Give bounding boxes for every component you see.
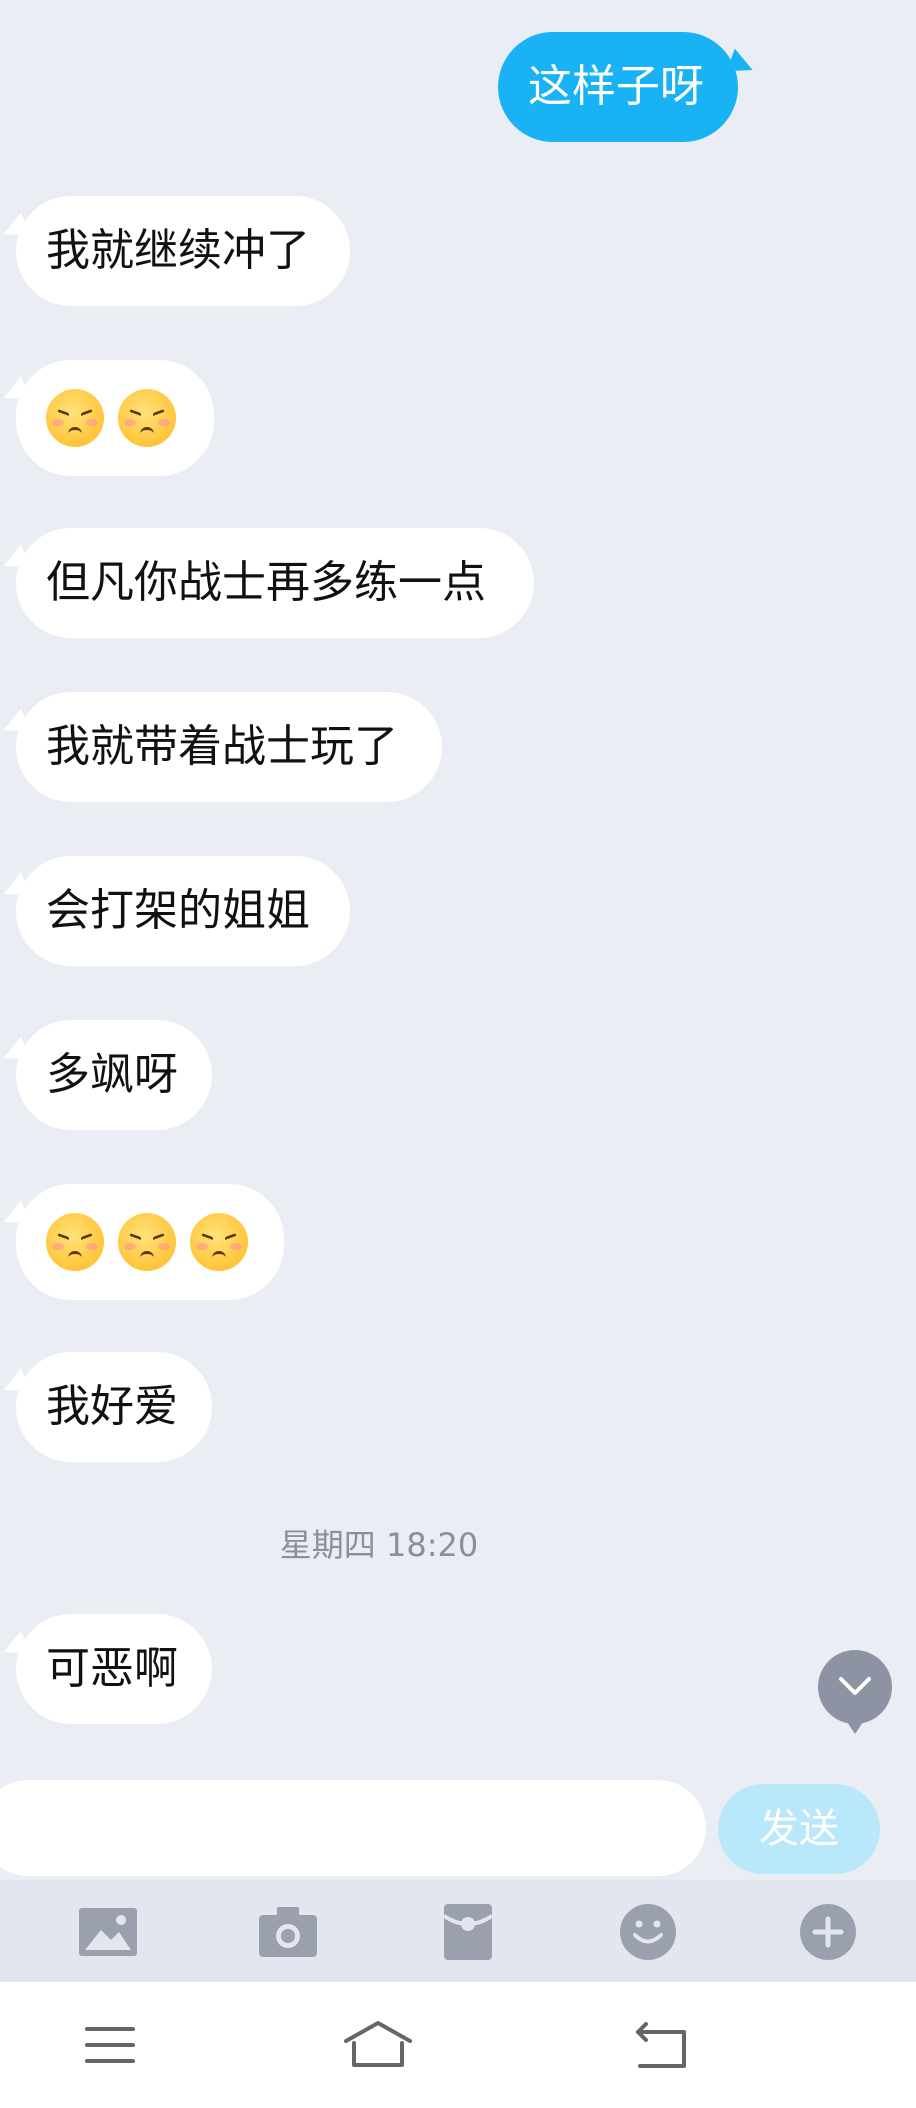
menu-button[interactable] [70, 2012, 150, 2078]
camera-icon [259, 1907, 317, 1957]
chevron-down-icon [839, 1677, 871, 1695]
back-button[interactable] [622, 2012, 702, 2078]
message-bubble[interactable]: 我就带着战士玩了 [16, 692, 442, 802]
message-text: 我就继续冲了 [46, 225, 310, 276]
message-input[interactable] [0, 1780, 706, 1876]
squint-smile-emoji-icon [190, 1213, 248, 1271]
input-bar: 发送 [0, 1780, 916, 1880]
send-button[interactable]: 发送 [718, 1784, 880, 1874]
message-text: 可恶啊 [46, 1643, 178, 1694]
message-bubble-emoji[interactable] [16, 360, 214, 476]
home-button[interactable] [338, 2012, 418, 2078]
menu-icon [85, 2027, 135, 2063]
message-bubble-outgoing[interactable]: 这样子呀 [498, 32, 738, 142]
back-icon [636, 2022, 686, 2068]
message-text: 我就带着战士玩了 [46, 721, 398, 772]
home-icon [344, 2021, 412, 2067]
scroll-to-bottom-button[interactable] [818, 1650, 892, 1734]
message-timestamp: 星期四 18:20 [279, 1526, 479, 1564]
message-bubble[interactable]: 多飒呀 [16, 1020, 212, 1130]
message-bubble[interactable]: 我好爱 [16, 1352, 212, 1462]
emoji-icon [620, 1904, 676, 1960]
message-text: 多飒呀 [46, 1049, 178, 1100]
message-text: 但凡你战士再多练一点 [46, 557, 486, 608]
squint-smile-emoji-icon [46, 389, 104, 447]
plus-icon [800, 1904, 856, 1960]
message-text: 这样子呀 [528, 61, 704, 112]
emoji-row [46, 360, 184, 476]
red-packet-icon [442, 1904, 494, 1960]
system-navigation-bar [0, 1982, 916, 2108]
image-button[interactable] [76, 1900, 140, 1964]
emoji-button[interactable] [616, 1900, 680, 1964]
message-bubble[interactable]: 但凡你战士再多练一点 [16, 528, 534, 638]
emoji-row [46, 1184, 254, 1300]
camera-button[interactable] [256, 1900, 320, 1964]
squint-smile-emoji-icon [46, 1213, 104, 1271]
more-button[interactable] [796, 1900, 860, 1964]
red-packet-button[interactable] [436, 1900, 500, 1964]
message-bubble-emoji[interactable] [16, 1184, 284, 1300]
message-bubble[interactable]: 我就继续冲了 [16, 196, 350, 306]
message-text: 我好爱 [46, 1381, 178, 1432]
squint-smile-emoji-icon [118, 1213, 176, 1271]
input-toolbar [0, 1880, 916, 1982]
image-icon [79, 1908, 137, 1956]
message-bubble[interactable]: 可恶啊 [16, 1614, 212, 1724]
message-text: 会打架的姐姐 [46, 885, 310, 936]
squint-smile-emoji-icon [118, 389, 176, 447]
message-bubble[interactable]: 会打架的姐姐 [16, 856, 350, 966]
chat-area[interactable]: 这样子呀 我就继续冲了 但凡你战士再多练一点 我就带着战士玩了 会打架的姐姐 多… [0, 0, 916, 1780]
